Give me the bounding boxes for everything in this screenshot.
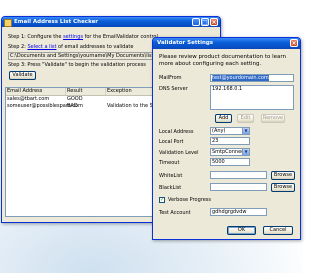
settings-close-button[interactable]: ×	[290, 39, 298, 47]
whitelist-label: WhiteList	[159, 173, 183, 179]
local-address-select[interactable]: (Any) ▼	[210, 127, 250, 135]
test-account-label: Test Account	[159, 210, 191, 216]
whitelist-input[interactable]	[210, 171, 267, 179]
validation-level-label: Validation Level	[159, 150, 199, 156]
step3-text: Step 3: Press "Validate" to begin the va…	[8, 62, 146, 68]
settings-intro: Please review product documentation to l…	[159, 54, 287, 67]
test-account-input[interactable]: gdhdgrgdvdw	[210, 208, 267, 216]
blacklist-label: BlackList	[159, 185, 182, 191]
validate-button[interactable]: Validate	[9, 71, 36, 80]
mailfrom-input[interactable]: test@yourdomain.com	[210, 74, 294, 82]
blacklist-browse-button[interactable]: Browse	[271, 183, 295, 192]
validation-level-value: SmtpConnect	[212, 149, 246, 155]
settings-link[interactable]: settings	[63, 34, 83, 40]
checker-titlebar[interactable]: Email Address List Checker _ □ ×	[2, 17, 220, 27]
remove-button[interactable]: Remove	[261, 114, 285, 123]
checker-title: Email Address List Checker	[14, 19, 99, 25]
mailfrom-label: MailFrom	[159, 75, 182, 81]
settings-title: Validator Settings	[157, 40, 214, 46]
settings-window: Validator Settings × Please review produ…	[152, 37, 301, 240]
verbose-label: Verbose Progress	[168, 197, 212, 203]
minimize-button[interactable]: _	[192, 18, 200, 26]
chevron-down-icon[interactable]: ▼	[242, 128, 249, 134]
dns-value: 192.168.0.1	[212, 86, 243, 92]
edit-button[interactable]: Edit	[237, 114, 254, 123]
validation-level-select[interactable]: SmtpConnect ▼	[210, 148, 250, 156]
row-email: sales@tbart.com	[7, 96, 50, 102]
chevron-down-icon[interactable]: ▼	[242, 149, 249, 155]
maximize-button[interactable]: □	[201, 18, 209, 26]
mailfrom-value: test@yourdomain.com	[212, 75, 269, 81]
timeout-label: Timeout	[159, 160, 180, 166]
add-button[interactable]: Add	[215, 114, 232, 123]
verbose-checkbox[interactable]: ✓	[159, 197, 165, 203]
step2-text: Step 2: Select a list of email addresses…	[8, 44, 134, 50]
ok-button[interactable]: OK	[227, 226, 256, 235]
column-header-email[interactable]: Email Address	[6, 88, 66, 95]
local-address-label: Local Address	[159, 129, 194, 135]
row-result: BAD	[67, 103, 78, 109]
dns-list[interactable]: 192.168.0.1	[210, 85, 294, 110]
column-header-result[interactable]: Result	[66, 88, 106, 95]
dns-label: DNS Server	[159, 86, 188, 92]
blacklist-input[interactable]	[210, 183, 267, 191]
settings-titlebar[interactable]: Validator Settings ×	[153, 38, 300, 49]
timeout-input[interactable]: 5000	[210, 158, 250, 166]
row-result: GOOD	[67, 96, 83, 102]
select-list-link[interactable]: Select a list	[27, 44, 56, 50]
local-port-label: Local Port	[159, 139, 184, 145]
local-port-input[interactable]: 23	[210, 137, 250, 145]
close-button[interactable]: ×	[210, 18, 218, 26]
step1-text: Step 1: Configure the settings for the E…	[8, 34, 158, 40]
local-address-value: (Any)	[212, 128, 226, 134]
whitelist-browse-button[interactable]: Browse	[271, 171, 295, 180]
cancel-button[interactable]: Cancel	[263, 226, 293, 235]
app-icon	[4, 19, 12, 27]
